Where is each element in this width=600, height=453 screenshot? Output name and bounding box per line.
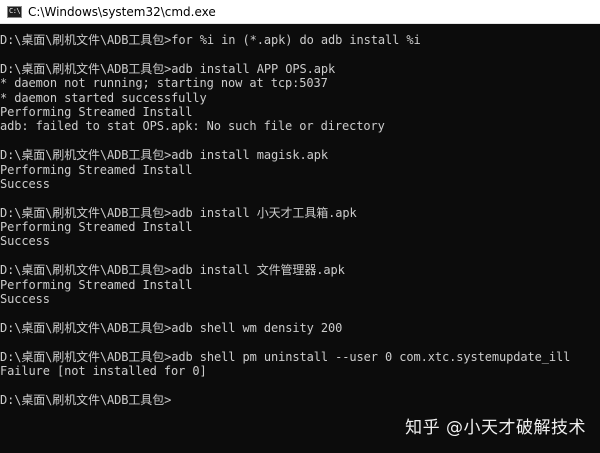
console-line: D:\桌面\刷机文件\ADB工具包>for %i in (*.apk) do a… <box>0 33 421 47</box>
console-line: Success <box>0 234 50 249</box>
cmd-window: C:\ C:\Windows\system32\cmd.exe D:\桌面\刷机… <box>0 0 600 453</box>
console-line: D:\桌面\刷机文件\ADB工具包>adb install 小天才工具箱.apk <box>0 205 357 220</box>
console-line: D:\桌面\刷机文件\ADB工具包>adb shell pm uninstall… <box>0 349 571 364</box>
console-line: Success <box>0 176 50 191</box>
console-line: adb: failed to stat OPS.apk: No such fil… <box>0 119 385 134</box>
console-line: Success <box>0 292 50 307</box>
console-line: Performing Streamed Install <box>0 104 193 119</box>
cmd-icon-label: C:\ <box>9 7 21 15</box>
console-line: * daemon started successfully <box>0 90 207 105</box>
console-line: Performing Streamed Install <box>0 277 193 292</box>
console-line: D:\桌面\刷机文件\ADB工具包>adb install magisk.apk <box>0 148 328 163</box>
console-prompt[interactable]: D:\桌面\刷机文件\ADB工具包> <box>0 393 600 407</box>
console-line: Performing Streamed Install <box>0 162 193 177</box>
watermark: 知乎 @小天才破解技术 <box>405 418 586 438</box>
title-bar[interactable]: C:\ C:\Windows\system32\cmd.exe <box>0 0 600 24</box>
console-line: * daemon not running; starting now at tc… <box>0 76 328 91</box>
console-line: D:\桌面\刷机文件\ADB工具包>adb shell wm density 2… <box>0 320 343 335</box>
console-output[interactable]: D:\桌面\刷机文件\ADB工具包>for %i in (*.apk) do a… <box>0 33 600 453</box>
console-line: Failure [not installed for 0] <box>0 363 207 378</box>
console-line: Performing Streamed Install <box>0 220 193 235</box>
window-title: C:\Windows\system32\cmd.exe <box>28 4 216 19</box>
console-line: D:\桌面\刷机文件\ADB工具包>adb install APP OPS.ap… <box>0 61 336 76</box>
cmd-icon: C:\ <box>7 5 22 18</box>
console-line: D:\桌面\刷机文件\ADB工具包>adb install 文件管理器.apk <box>0 263 345 278</box>
